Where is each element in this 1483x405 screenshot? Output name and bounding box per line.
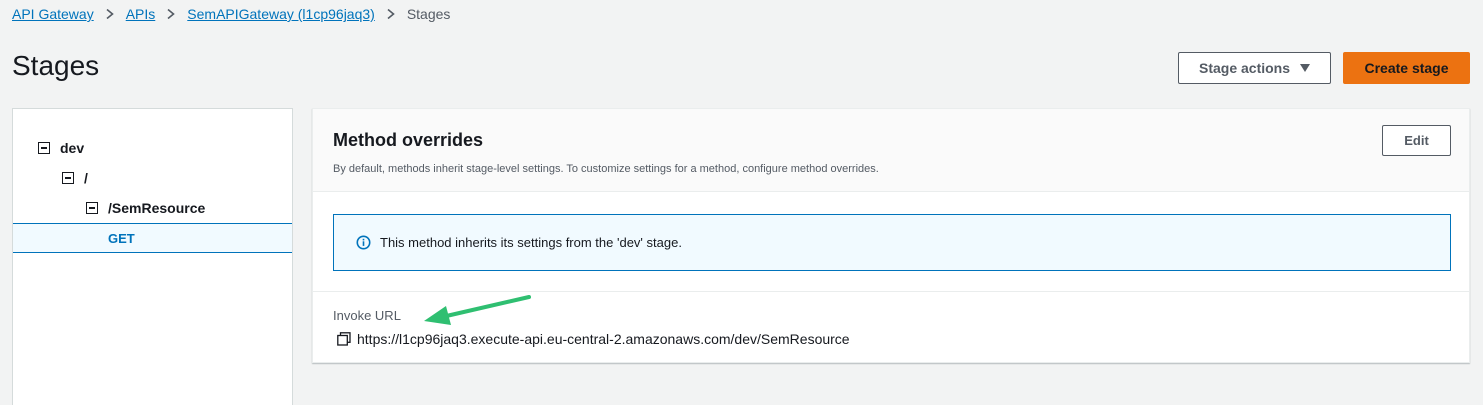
breadcrumb-sem-api-gateway[interactable]: SemAPIGateway (l1cp96jaq3) <box>187 6 375 22</box>
panel-header: Method overrides By default, methods inh… <box>313 109 1469 192</box>
caret-down-icon <box>1300 64 1311 72</box>
stage-actions-label: Stage actions <box>1198 60 1291 76</box>
tree-node-label: GET <box>108 230 135 246</box>
invoke-url-value[interactable]: https://l1cp96jaq3.execute-api.eu-centra… <box>357 331 850 347</box>
breadcrumb-api-gateway[interactable]: API Gateway <box>12 6 94 22</box>
tree-node-label: dev <box>60 140 85 156</box>
edit-button[interactable]: Edit <box>1382 125 1451 156</box>
tree-node-semresource[interactable]: /SemResource <box>13 193 292 223</box>
tree-node-root[interactable]: / <box>13 163 292 193</box>
stage-actions-button[interactable]: Stage actions <box>1178 52 1331 84</box>
tree-node-label: / <box>84 170 88 186</box>
tree-node-label: /SemResource <box>108 200 206 216</box>
chevron-right-icon <box>106 9 114 19</box>
panel-description: By default, methods inherit stage-level … <box>333 163 879 175</box>
stages-page: API Gateway APIs SemAPIGateway (l1cp96ja… <box>0 0 1483 405</box>
panel-title: Method overrides <box>333 130 484 150</box>
breadcrumb-current: Stages <box>406 6 451 22</box>
chevron-right-icon <box>387 9 395 19</box>
copy-icon[interactable] <box>337 332 351 346</box>
invoke-url-label: Invoke URL <box>333 308 401 323</box>
tree-node-get[interactable]: GET <box>13 223 292 253</box>
collapse-icon[interactable] <box>86 202 98 214</box>
collapse-icon[interactable] <box>62 172 74 184</box>
arrow-icon <box>424 295 531 325</box>
chevron-right-icon <box>167 9 176 19</box>
info-alert: This method inherits its settings from t… <box>333 214 1451 271</box>
page-title: Stages <box>12 50 100 81</box>
collapse-icon[interactable] <box>38 142 50 154</box>
info-message: This method inherits its settings from t… <box>380 235 682 250</box>
breadcrumb: API Gateway APIs SemAPIGateway (l1cp96ja… <box>12 5 450 23</box>
info-icon <box>356 235 371 250</box>
create-stage-button[interactable]: Create stage <box>1343 52 1470 84</box>
tree-node-dev[interactable]: dev <box>13 133 292 163</box>
invoke-url-row: https://l1cp96jaq3.execute-api.eu-centra… <box>337 331 850 347</box>
stage-tree: dev / /SemResource GET <box>12 108 293 405</box>
breadcrumb-apis[interactable]: APIs <box>126 6 156 22</box>
